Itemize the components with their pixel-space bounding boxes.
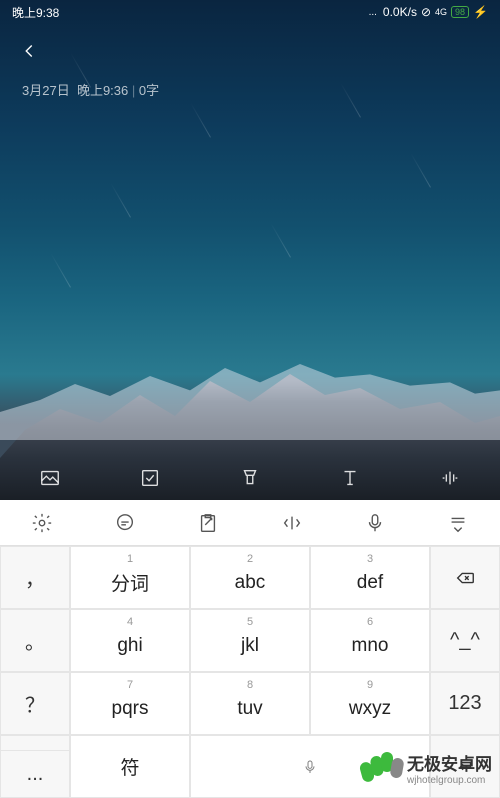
settings-icon[interactable] (30, 511, 54, 535)
wallpaper-background (0, 0, 500, 500)
note-char-count: 0字 (139, 83, 159, 98)
text-format-icon[interactable] (339, 467, 361, 494)
checkbox-icon[interactable] (139, 467, 161, 494)
note-time: 晚上9:36 (77, 83, 128, 98)
status-bar: 晚上9:38 ... 0.0K/s ⊘ 4G 98 ⚡ (0, 0, 500, 24)
key-4[interactable]: 4ghi (70, 609, 190, 672)
voice-wave-icon[interactable] (439, 467, 461, 494)
keyboard-grid: ， 1分词 2abc 3def 。 4ghi 5jkl 6mno ^_^ ？ 7… (0, 546, 500, 798)
chat-icon[interactable] (113, 511, 137, 535)
dnd-icon: ⊘ (421, 5, 431, 19)
clipboard-icon[interactable] (196, 511, 220, 535)
comma-key[interactable]: ， (0, 546, 70, 609)
status-time: 晚上9:38 (12, 4, 59, 21)
cursor-move-icon[interactable] (280, 511, 304, 535)
key-3[interactable]: 3def (310, 546, 430, 609)
keyboard-toolbar (0, 500, 500, 546)
key-5[interactable]: 5jkl (190, 609, 310, 672)
space-key[interactable] (190, 735, 430, 798)
note-toolbar (0, 460, 500, 500)
note-date: 3月27日 (22, 83, 70, 98)
signal-icon: 4G (435, 7, 447, 17)
status-right: ... 0.0K/s ⊘ 4G 98 ⚡ (369, 5, 488, 19)
key-2[interactable]: 2abc (190, 546, 310, 609)
question-key[interactable]: ？ (0, 672, 70, 735)
collapse-keyboard-icon[interactable] (446, 511, 470, 535)
battery-icon: 98 (451, 6, 469, 18)
symbol-key[interactable]: 符 (70, 735, 190, 798)
back-button[interactable] (18, 40, 40, 68)
more-key[interactable]: ... (0, 750, 70, 798)
network-speed: 0.0K/s (383, 5, 417, 19)
template-icon[interactable] (239, 467, 261, 494)
period-key[interactable]: 。 (0, 609, 70, 672)
enter-key[interactable] (430, 735, 500, 798)
backspace-key[interactable] (430, 546, 500, 609)
emoticon-key[interactable]: ^_^ (430, 609, 500, 672)
image-icon[interactable] (39, 467, 61, 494)
key-9[interactable]: 9wxyz (310, 672, 430, 735)
key-1[interactable]: 1分词 (70, 546, 190, 609)
numeric-key[interactable]: 123 (430, 672, 500, 735)
microphone-icon[interactable] (363, 511, 387, 535)
key-6[interactable]: 6mno (310, 609, 430, 672)
keyboard: ， 1分词 2abc 3def 。 4ghi 5jkl 6mno ^_^ ？ 7… (0, 500, 500, 798)
key-7[interactable]: 7pqrs (70, 672, 190, 735)
note-metadata: 3月27日 晚上9:36 | 0字 (22, 80, 159, 99)
charging-icon: ⚡ (473, 5, 488, 19)
key-8[interactable]: 8tuv (190, 672, 310, 735)
